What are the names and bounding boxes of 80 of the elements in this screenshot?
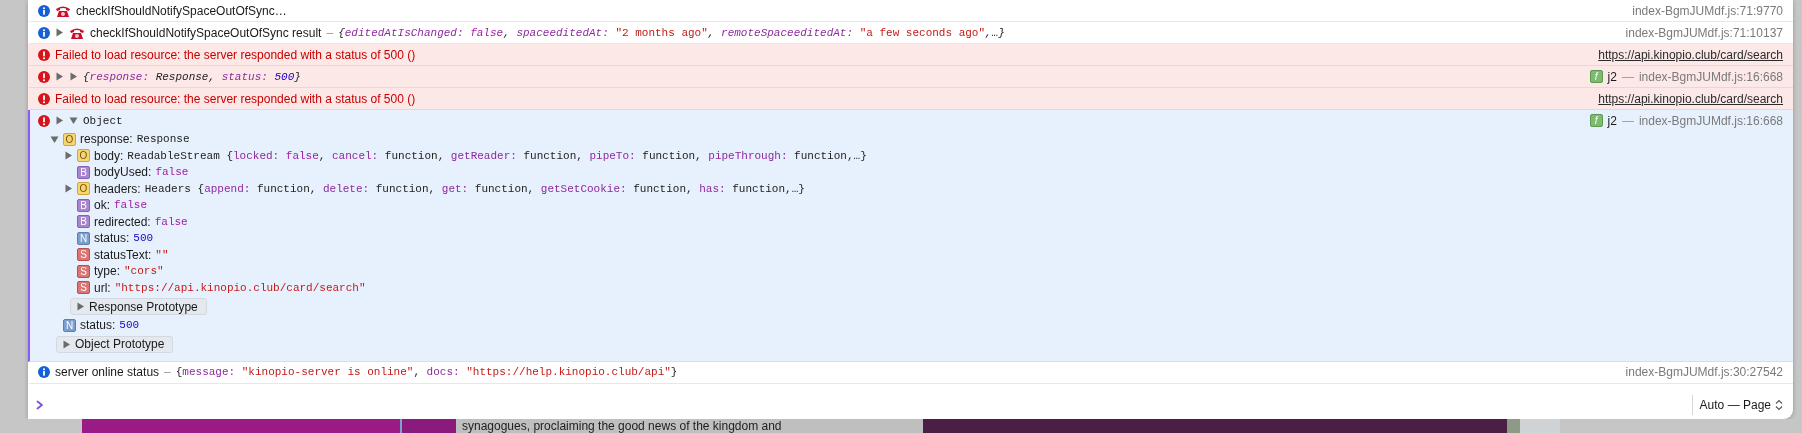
separator-dash: – <box>164 365 171 379</box>
type-icon: O <box>77 182 90 196</box>
separator-dash: — <box>1621 113 1634 128</box>
prototype-button[interactable]: Object Prototype <box>56 335 174 353</box>
property-key: statusText: <box>94 247 152 262</box>
context-selector[interactable]: Auto — Page <box>1691 394 1793 415</box>
page-text: synagogues, proclaiming the good news of the kingdom and <box>462 419 782 433</box>
message-text: checkIfShouldNotifySpaceOutOfSync result <box>90 25 322 40</box>
object-label: Object <box>83 114 123 127</box>
info-icon <box>38 366 50 378</box>
resource-link[interactable]: https://api.kinopio.club/card/search <box>1598 47 1783 62</box>
disclosure-triangle-icon[interactable] <box>55 72 64 81</box>
property-key: redirected: <box>94 214 151 229</box>
message-text: Failed to load resource: the server responded with a status of 500 () <box>55 91 416 106</box>
function-icon: f <box>1589 114 1603 127</box>
object-preview: {response: Response, status: 500} <box>83 70 301 83</box>
source-location[interactable]: index-BgmJUMdf.js:30:27542 <box>1625 365 1783 379</box>
prototype-button[interactable]: Response Prototype <box>70 298 207 315</box>
property-value: "https://api.kinopio.club/card/search" <box>114 281 366 294</box>
type-icon: B <box>77 165 90 179</box>
type-icon: O <box>63 132 76 146</box>
message-text: checkIfShouldNotifySpaceOutOfSync… <box>76 3 287 18</box>
source-location[interactable]: index-BgmJUMdf.js:71:10137 <box>1625 25 1783 40</box>
property-key: body: <box>94 148 124 163</box>
object-preview: {editedAtIsChanged: false, spaceeditedAt: "2 months ago", remoteSpaceeditedAt: "a few seconds ago",…} <box>338 26 1005 39</box>
type-icon: N <box>77 231 90 245</box>
source-location[interactable]: index-BgmJUMdf.js:16:668 <box>1638 113 1783 128</box>
function-name: j2 <box>1607 113 1617 128</box>
property-value: 500 <box>119 319 140 332</box>
property-key: ok: <box>94 198 110 213</box>
property-key: bodyUsed: <box>94 165 152 180</box>
type-icon: N <box>63 318 76 332</box>
resource-link[interactable]: https://api.kinopio.club/card/search <box>1598 91 1783 106</box>
object-preview: {message: "kinopio-server is online", docs: "https://help.kinopio.club/api"} <box>175 366 678 378</box>
property-value: 500 <box>133 232 154 245</box>
message-text: Failed to load resource: the server responded with a status of 500 () <box>55 47 416 62</box>
function-name: j2 <box>1607 69 1617 84</box>
type-icon: S <box>77 248 90 262</box>
type-icon: S <box>77 281 90 295</box>
source-location[interactable]: index-BgmJUMdf.js:71:9770 <box>1632 3 1783 18</box>
property-key: url: <box>94 280 111 295</box>
message-text: server online status <box>55 365 160 379</box>
error-icon <box>38 48 50 61</box>
separator-dash: – <box>326 25 334 40</box>
error-icon <box>38 70 50 83</box>
function-icon: f <box>1589 70 1603 83</box>
property-value: ReadableStream {locked: false, cancel: function, getReader: function, pipeTo: function, pipeThrough: function,…} <box>127 149 867 162</box>
source-location[interactable]: index-BgmJUMdf.js:16:668 <box>1638 69 1783 84</box>
disclosure-triangle-icon[interactable] <box>55 28 64 37</box>
type-icon: B <box>77 215 90 229</box>
property-key: response: <box>80 132 133 147</box>
info-icon <box>38 4 50 17</box>
separator-dash: — <box>1621 69 1634 84</box>
disclosure-triangle-icon[interactable] <box>69 116 78 125</box>
type-icon: B <box>77 198 90 212</box>
property-value: Response <box>136 133 190 146</box>
property-key: status: <box>80 318 116 333</box>
property-value: "" <box>155 248 169 261</box>
up-down-chevron-icon <box>1775 398 1783 411</box>
disclosure-triangle-icon[interactable] <box>64 184 73 194</box>
property-value: false <box>114 199 148 212</box>
disclosure-triangle-icon[interactable] <box>62 339 71 349</box>
error-icon <box>38 92 50 105</box>
property-key: type: <box>94 264 120 279</box>
property-key: status: <box>94 231 130 246</box>
type-icon: O <box>77 149 90 163</box>
property-key: headers: <box>94 181 141 196</box>
disclosure-triangle-icon[interactable] <box>55 116 64 125</box>
error-icon <box>38 114 50 127</box>
disclosure-triangle-icon[interactable] <box>69 72 78 81</box>
disclosure-triangle-icon[interactable] <box>50 134 59 144</box>
info-icon <box>38 26 50 39</box>
disclosure-triangle-icon[interactable] <box>76 302 85 311</box>
property-value: false <box>154 215 188 228</box>
property-value: Headers {append: function, delete: function, get: function, getSetCookie: function, has: function,…} <box>144 182 805 195</box>
prompt-chevron-icon <box>36 399 44 410</box>
disclosure-triangle-icon[interactable] <box>64 151 73 161</box>
type-icon: S <box>77 264 90 278</box>
property-value: false <box>155 166 189 179</box>
property-value: "cors" <box>124 265 164 278</box>
